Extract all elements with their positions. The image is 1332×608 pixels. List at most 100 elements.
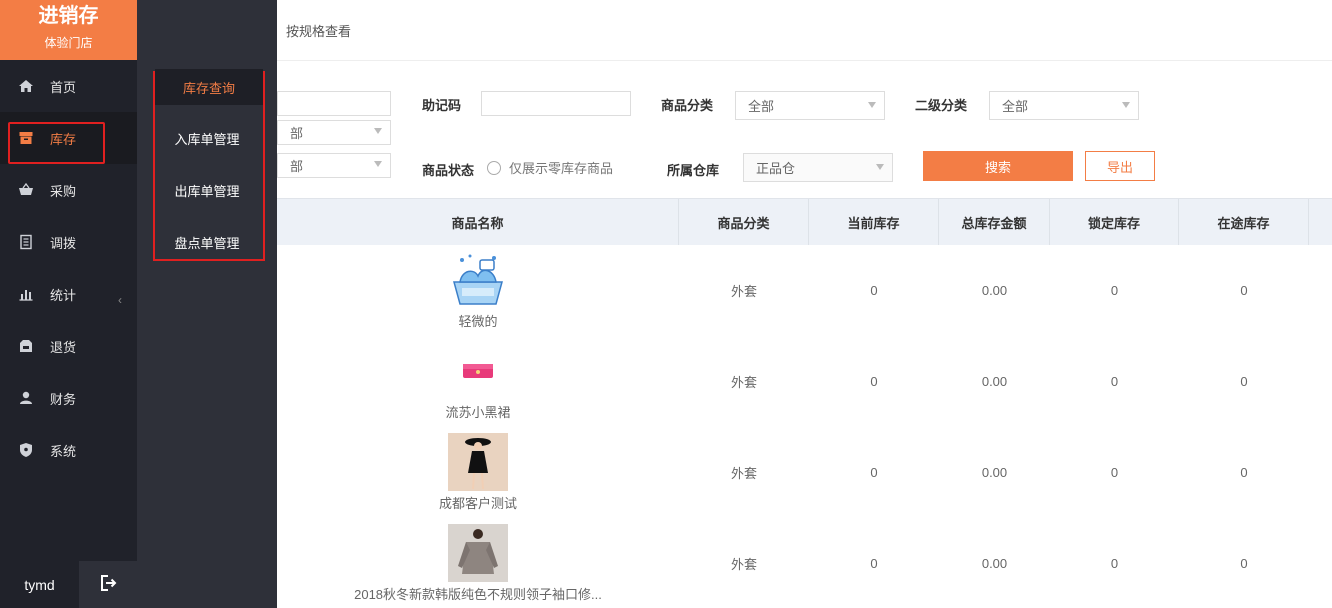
inventory-table: 商品名称 商品分类 当前库存 总库存金额 锁定库存 在途库存 轻微的 外套 0 … (277, 198, 1332, 608)
subcategory-label: 二级分类 (915, 98, 968, 113)
table-row[interactable]: 成都客户测试 外套 0 0.00 0 0 (277, 427, 1332, 518)
transit-cell: 0 (1240, 556, 1248, 571)
table-row[interactable]: 流苏小黑裙 外套 0 0.00 0 0 (277, 336, 1332, 427)
stock-cell: 0 (870, 556, 878, 571)
category-cell: 外套 (730, 284, 757, 299)
inventory-icon (18, 130, 34, 146)
search-button[interactable]: 搜索 (923, 151, 1073, 181)
product-name[interactable]: 轻微的 (458, 311, 497, 330)
nav-label: 财务 (50, 391, 77, 407)
category-cell: 外套 (730, 375, 757, 390)
collapse-chevron-icon[interactable]: ‹ (118, 293, 122, 307)
sidebar: 进销存 体验门店 首页 库存 采购 调拨 统计 退货 财务 系统 ‹ tymd (0, 0, 137, 608)
col-header-transit: 在途库存 (1179, 199, 1309, 245)
select-value: 部 (290, 159, 304, 174)
select-value: 全部 (748, 99, 775, 114)
tab-bar: 按规格查看 (277, 0, 1332, 61)
nav-label: 首页 (50, 79, 77, 95)
stock-cell: 0 (870, 465, 878, 480)
submenu-stocktaking[interactable]: 盘点单管理 (137, 216, 277, 268)
export-button[interactable]: 导出 (1085, 151, 1155, 181)
warehouse-select[interactable]: 正品仓 (743, 153, 893, 182)
store-name: 体验门店 (44, 36, 93, 50)
nav-item-transfer[interactable]: 调拨 (0, 216, 137, 268)
tab-by-spec[interactable]: 按规格查看 (286, 21, 351, 40)
nav-item-home[interactable]: 首页 (0, 60, 137, 112)
product-name[interactable]: 成都客户测试 (439, 493, 517, 512)
nav-item-returns[interactable]: 退货 (0, 320, 137, 372)
nav-item-purchase[interactable]: 采购 (0, 164, 137, 216)
table-header: 商品名称 商品分类 当前库存 总库存金额 锁定库存 在途库存 (277, 198, 1332, 245)
col-header-locked: 锁定库存 (1050, 199, 1179, 245)
keyword-input[interactable] (277, 91, 391, 116)
inventory-submenu: 库存查询 入库单管理 出库单管理 盘点单管理 (137, 0, 277, 608)
nav-label: 库存 (50, 131, 77, 147)
submenu-stock-out[interactable]: 出库单管理 (137, 164, 277, 216)
product-thumbnail-sweater (448, 524, 508, 582)
caret-down-icon (374, 161, 382, 167)
shield-icon (18, 442, 34, 458)
left-select-2[interactable]: 部 (277, 153, 391, 178)
mnemonic-label: 助记码 (422, 98, 462, 113)
product-thumbnail-dress (448, 433, 508, 491)
warehouse-label: 所属仓库 (667, 163, 720, 178)
nav-label: 调拨 (50, 235, 77, 251)
product-cell: 成都客户测试 (277, 427, 679, 518)
locked-cell: 0 (1110, 283, 1119, 298)
basket-icon (18, 182, 34, 198)
select-value: 全部 (1002, 99, 1029, 114)
amount-cell: 0.00 (981, 556, 1008, 571)
category-label: 商品分类 (661, 98, 714, 113)
caret-down-icon (868, 102, 876, 108)
brand: 进销存 体验门店 (0, 0, 137, 60)
locked-cell: 0 (1110, 465, 1119, 480)
transit-cell: 0 (1240, 374, 1248, 389)
nav-item-inventory[interactable]: 库存 (0, 112, 137, 164)
nav-item-system[interactable]: 系统 (0, 424, 137, 476)
logout-button[interactable] (79, 561, 137, 608)
select-value: 部 (290, 126, 304, 141)
col-header-category: 商品分类 (679, 199, 809, 245)
stock-cell: 0 (870, 283, 878, 298)
amount-cell: 0.00 (981, 465, 1008, 480)
category-select[interactable]: 全部 (735, 91, 885, 120)
nav-label: 统计 (50, 287, 77, 303)
col-header-stock: 当前库存 (809, 199, 939, 245)
filter-panel: 部 部 助记码 商品分类 全部 二级分类 全部 商品状态 仅展示零库存商品 所属… (277, 61, 1332, 198)
locked-cell: 0 (1110, 374, 1119, 389)
main-content: 按规格查看 部 部 助记码 商品分类 全部 二级分类 全部 商品状态 仅展示零库… (277, 0, 1332, 608)
zero-stock-label: 仅展示零库存商品 (509, 161, 614, 176)
user-icon (18, 390, 34, 406)
user-bar: tymd (0, 561, 137, 608)
caret-down-icon (876, 164, 884, 170)
nav-label: 采购 (50, 183, 77, 199)
return-icon (18, 338, 34, 354)
nav-label: 系统 (50, 443, 77, 459)
subcategory-select[interactable]: 全部 (989, 91, 1139, 120)
home-icon (18, 78, 34, 94)
product-name[interactable]: 2018秋冬新款韩版纯色不规则领子袖口修... (354, 584, 602, 603)
submenu-stock-in[interactable]: 入库单管理 (137, 112, 277, 164)
table-row[interactable]: 2018秋冬新款韩版纯色不规则领子袖口修... 外套 0 0.00 0 0 (277, 518, 1332, 608)
product-thumbnail-bag (448, 251, 508, 309)
locked-cell: 0 (1110, 556, 1119, 571)
product-cell: 流苏小黑裙 (277, 336, 679, 427)
left-select-1[interactable]: 部 (277, 120, 391, 145)
nav-label: 退货 (50, 339, 77, 355)
table-row[interactable]: 轻微的 外套 0 0.00 0 0 (277, 245, 1332, 336)
nav-item-statistics[interactable]: 统计 (0, 268, 137, 320)
product-name[interactable]: 流苏小黑裙 (445, 402, 510, 421)
radio-circle[interactable] (487, 160, 501, 175)
mnemonic-input[interactable] (481, 91, 631, 116)
caret-down-icon (1122, 102, 1130, 108)
nav-item-finance[interactable]: 财务 (0, 372, 137, 424)
col-header-name: 商品名称 (277, 199, 679, 245)
zero-stock-radio[interactable]: 仅展示零库存商品 (487, 158, 613, 177)
logout-icon (99, 574, 117, 595)
category-cell: 外套 (730, 557, 757, 572)
product-thumbnail-wallet (448, 342, 508, 400)
transit-cell: 0 (1240, 283, 1248, 298)
amount-cell: 0.00 (981, 283, 1008, 298)
product-cell: 2018秋冬新款韩版纯色不规则领子袖口修... (277, 518, 679, 608)
submenu-inventory-query[interactable]: 库存查询 (155, 69, 263, 105)
